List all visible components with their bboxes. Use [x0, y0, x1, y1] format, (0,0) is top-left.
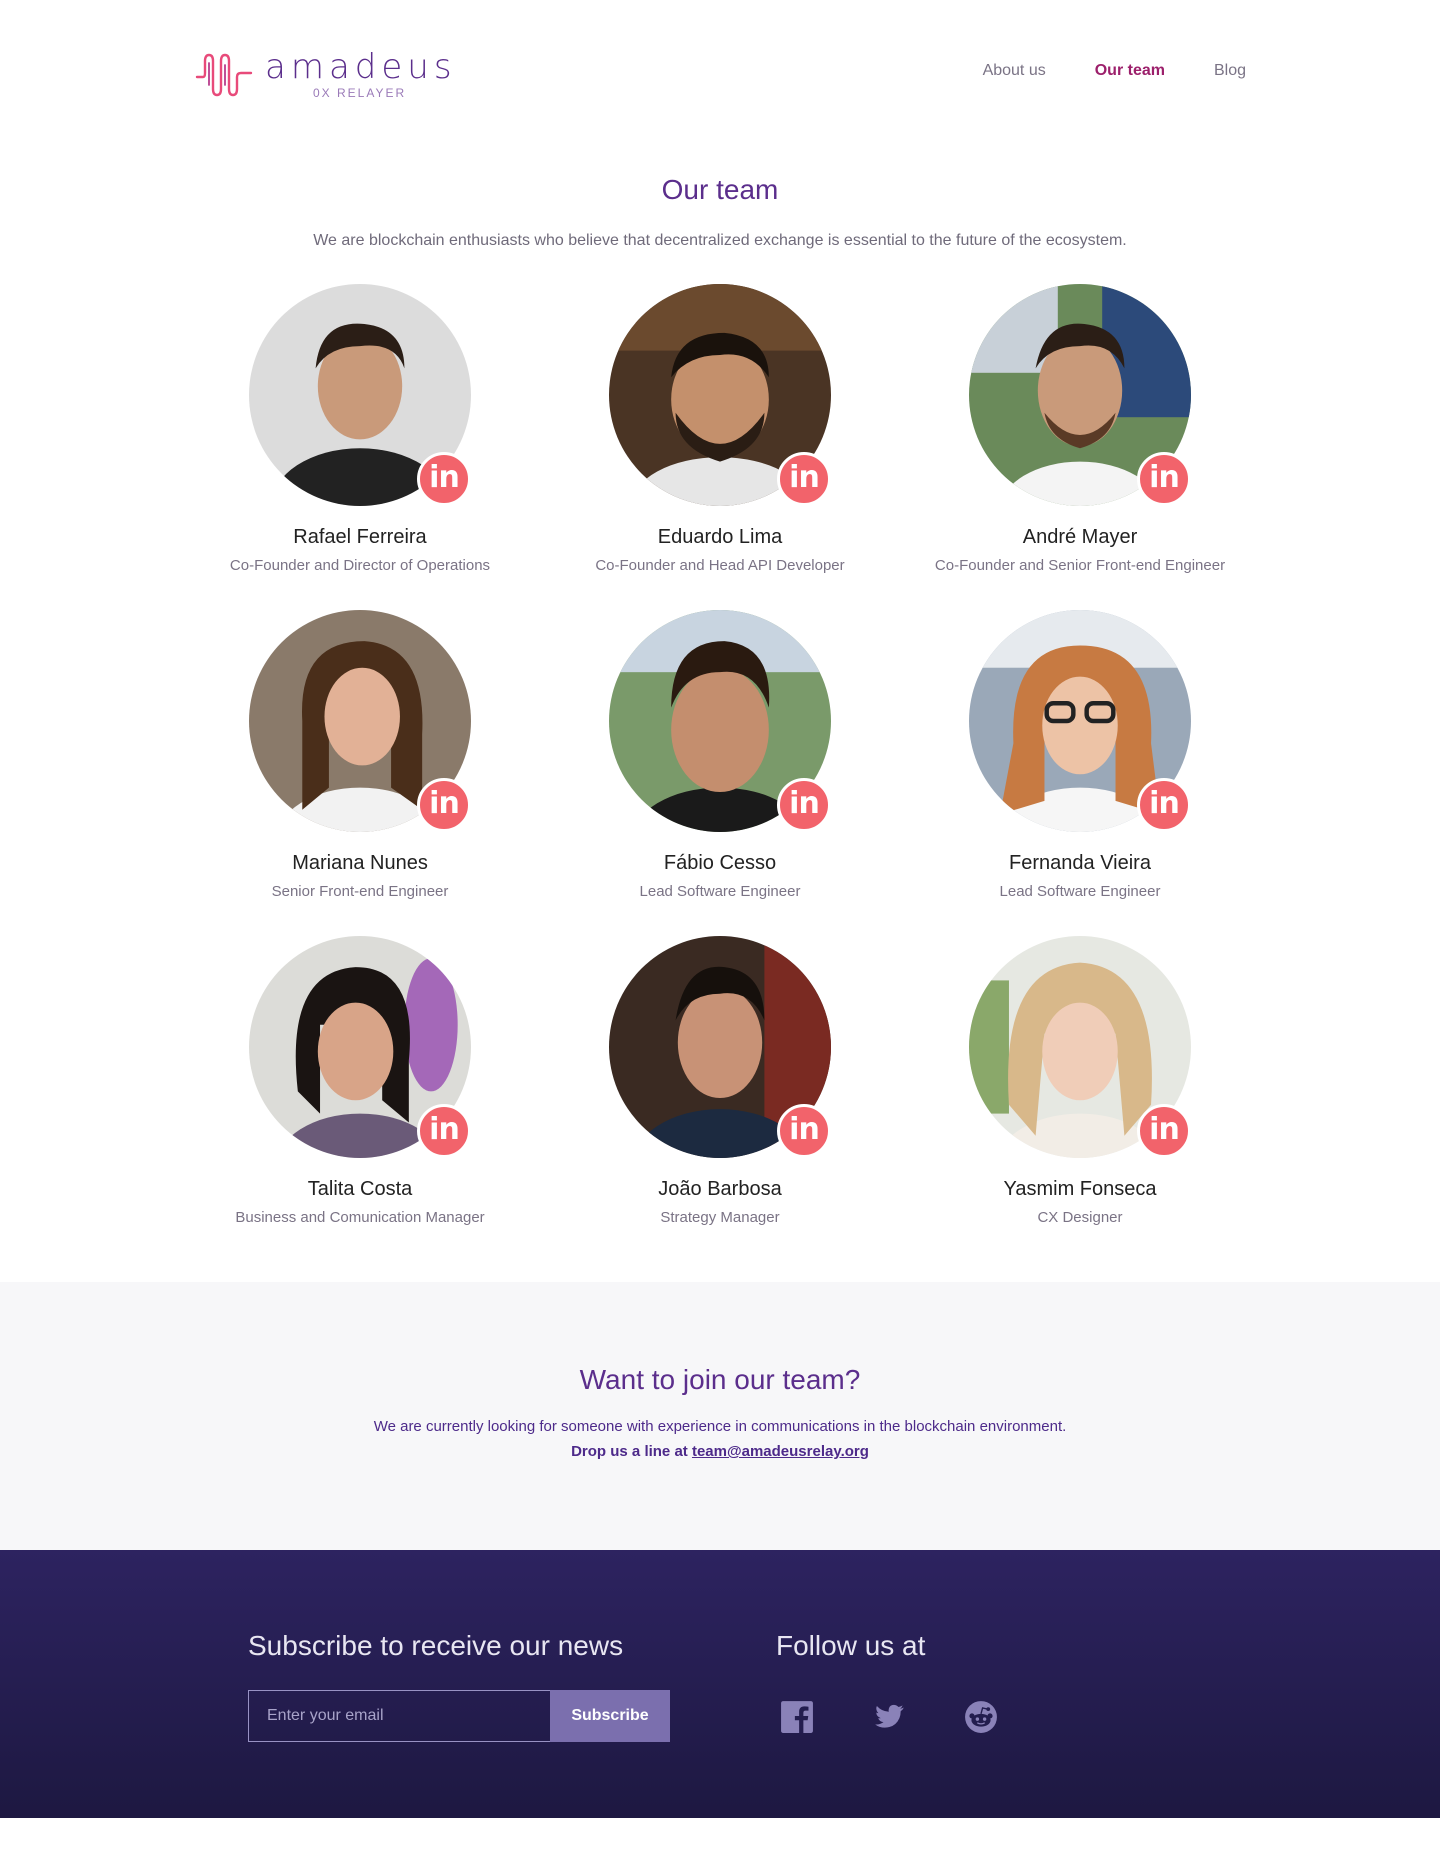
team-member-card: in Rafael Ferreira Co-Founder and Direct… — [180, 284, 540, 574]
member-name: João Barbosa — [658, 1178, 782, 1200]
subscribe-title: Subscribe to receive our news — [248, 1630, 624, 1661]
member-photo: in — [609, 284, 831, 506]
team-member-card: in Mariana Nunes Senior Front-end Engine… — [180, 610, 540, 900]
team-member-card: in André Mayer Co-Founder and Senior Fro… — [900, 284, 1260, 574]
email-input[interactable] — [248, 1690, 550, 1742]
member-photo: in — [969, 936, 1191, 1158]
site-header: amadeus 0X RELAYER About us Our team Blo… — [0, 0, 1440, 150]
member-name: Fernanda Vieira — [1009, 852, 1151, 874]
nav-blog[interactable]: Blog — [1214, 62, 1246, 80]
join-contact: Drop us a line at team@amadeusrelay.org — [0, 1443, 1440, 1460]
team-member-card: in Fernanda Vieira Lead Software Enginee… — [900, 610, 1260, 900]
team-member-card: in João Barbosa Strategy Manager — [540, 936, 900, 1226]
member-role: Co-Founder and Senior Front-end Engineer — [934, 557, 1226, 574]
facebook-icon[interactable] — [780, 1700, 814, 1734]
member-photo: in — [249, 284, 471, 506]
member-role: CX Designer — [1037, 1209, 1123, 1226]
member-name: Talita Costa — [307, 1178, 413, 1200]
member-role: Senior Front-end Engineer — [271, 883, 449, 900]
member-photo: in — [609, 610, 831, 832]
linkedin-icon[interactable]: in — [777, 452, 831, 506]
member-role: Strategy Manager — [660, 1209, 780, 1226]
follow-title: Follow us at — [776, 1630, 926, 1661]
member-role: Co-Founder and Head API Developer — [595, 557, 845, 574]
site-footer: Subscribe to receive our news Subscribe … — [0, 1550, 1440, 1818]
brand-logo[interactable]: amadeus 0X RELAYER — [195, 50, 457, 100]
team-section: Our team We are blockchain enthusiasts w… — [0, 150, 1440, 1282]
member-name: André Mayer — [1022, 526, 1138, 548]
twitter-icon[interactable] — [872, 1700, 906, 1734]
join-text: We are currently looking for someone wit… — [373, 1418, 1067, 1435]
nav-about-us[interactable]: About us — [983, 62, 1046, 80]
team-member-card: in Eduardo Lima Co-Founder and Head API … — [540, 284, 900, 574]
member-photo: in — [249, 936, 471, 1158]
linkedin-icon[interactable]: in — [777, 778, 831, 832]
linkedin-label: in — [789, 785, 820, 821]
linkedin-label: in — [1149, 1111, 1180, 1147]
join-email-link[interactable]: team@amadeusrelay.org — [692, 1443, 869, 1460]
nav-our-team[interactable]: Our team — [1095, 62, 1165, 80]
member-name: Mariana Nunes — [292, 852, 428, 874]
linkedin-label: in — [429, 1111, 460, 1147]
team-member-card: in Talita Costa Business and Comunicatio… — [180, 936, 540, 1226]
member-photo: in — [969, 610, 1191, 832]
reddit-icon[interactable] — [964, 1700, 998, 1734]
linkedin-label: in — [789, 1111, 820, 1147]
linkedin-icon[interactable]: in — [417, 778, 471, 832]
join-drop-prefix: Drop us a line at — [571, 1443, 688, 1460]
subscribe-button[interactable]: Subscribe — [550, 1690, 670, 1742]
linkedin-icon[interactable]: in — [1137, 1104, 1191, 1158]
team-member-card: in Fábio Cesso Lead Software Engineer — [540, 610, 900, 900]
social-links — [780, 1700, 998, 1734]
member-name: Yasmim Fonseca — [1003, 1178, 1157, 1200]
linkedin-label: in — [1149, 459, 1180, 495]
linkedin-label: in — [1149, 785, 1180, 821]
team-grid: in Rafael Ferreira Co-Founder and Direct… — [180, 284, 1260, 1282]
join-section: Want to join our team? We are currently … — [0, 1282, 1440, 1550]
linkedin-label: in — [429, 785, 460, 821]
subscribe-form: Subscribe — [248, 1690, 670, 1742]
page-title: Our team — [661, 174, 779, 205]
logo-wave-icon — [195, 53, 253, 97]
linkedin-icon[interactable]: in — [417, 1104, 471, 1158]
linkedin-icon[interactable]: in — [777, 1104, 831, 1158]
member-name: Fábio Cesso — [663, 852, 777, 874]
linkedin-label: in — [429, 459, 460, 495]
member-role: Lead Software Engineer — [999, 883, 1161, 900]
member-photo: in — [609, 936, 831, 1158]
linkedin-label: in — [789, 459, 820, 495]
brand-name: amadeus — [265, 47, 457, 87]
brand-tagline: 0X RELAYER — [313, 86, 407, 100]
team-intro: We are blockchain enthusiasts who believ… — [313, 232, 1127, 249]
linkedin-icon[interactable]: in — [1137, 452, 1191, 506]
member-photo: in — [249, 610, 471, 832]
main-nav: About us Our team Blog — [983, 62, 1246, 80]
member-photo: in — [969, 284, 1191, 506]
join-title: Want to join our team? — [579, 1364, 861, 1395]
linkedin-icon[interactable]: in — [1137, 778, 1191, 832]
member-role: Co-Founder and Director of Operations — [229, 557, 491, 574]
member-name: Rafael Ferreira — [293, 526, 427, 548]
member-role: Lead Software Engineer — [639, 883, 801, 900]
member-name: Eduardo Lima — [657, 526, 783, 548]
team-member-card: in Yasmim Fonseca CX Designer — [900, 936, 1260, 1226]
linkedin-icon[interactable]: in — [417, 452, 471, 506]
member-role: Business and Comunication Manager — [235, 1209, 485, 1226]
